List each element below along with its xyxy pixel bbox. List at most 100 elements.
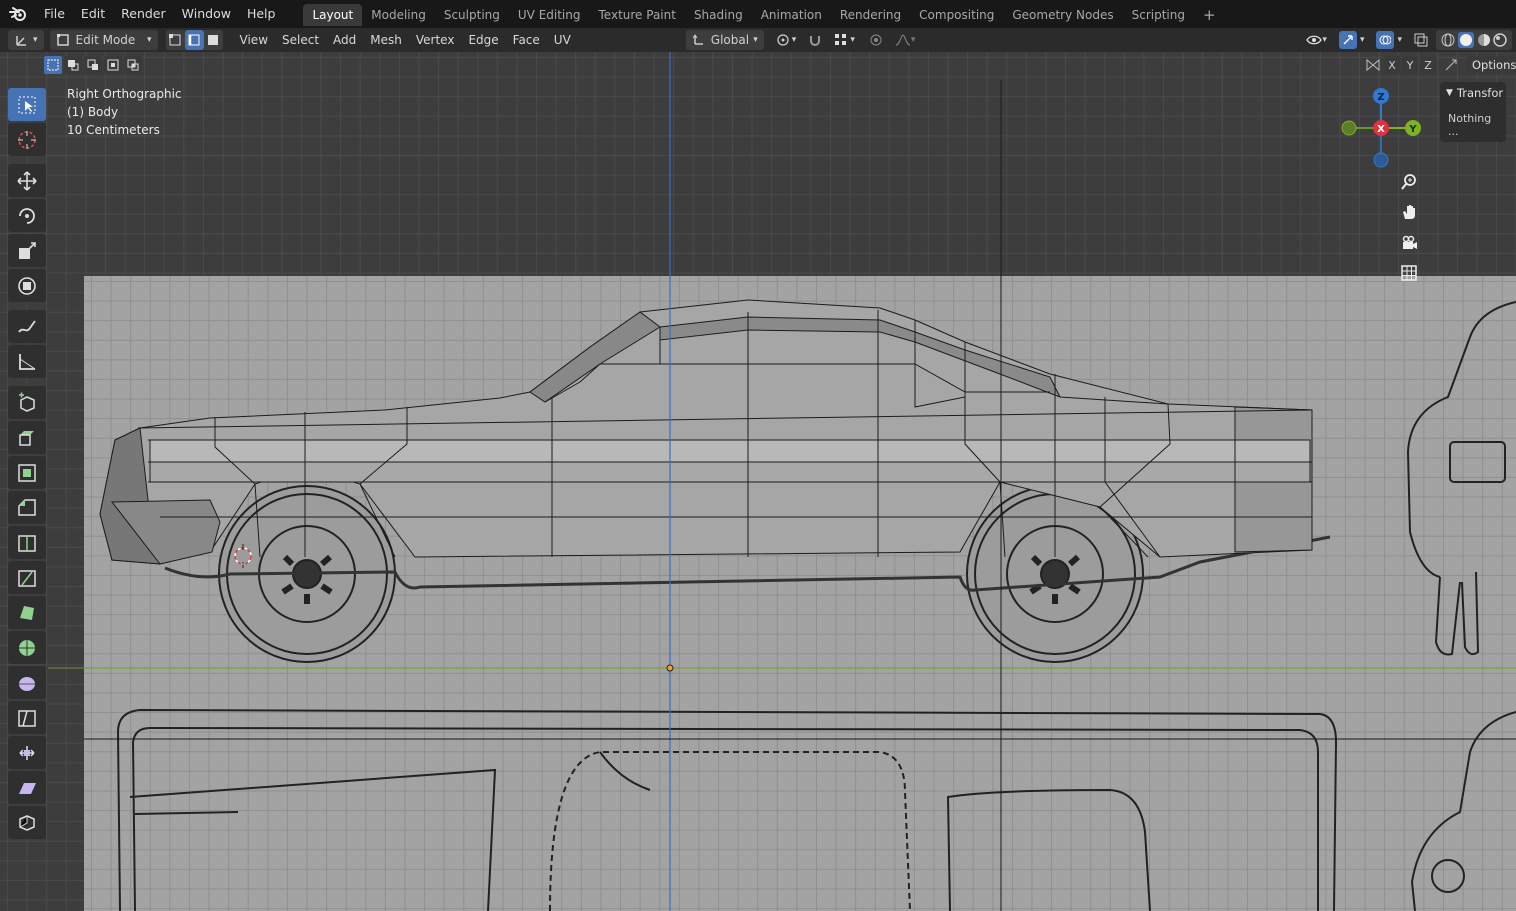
add-workspace-button[interactable]: +: [1194, 4, 1225, 26]
tab-modeling[interactable]: Modeling: [362, 4, 435, 26]
rendered-shading-icon[interactable]: [1492, 32, 1508, 48]
tool-loop-cut[interactable]: [8, 526, 46, 559]
tab-uv-editing[interactable]: UV Editing: [509, 4, 590, 26]
smooth-icon: [19, 676, 35, 691]
wireframe-shading-icon[interactable]: [1440, 32, 1456, 48]
tool-move[interactable]: [8, 164, 46, 197]
snap-target-dropdown[interactable]: ▾: [830, 30, 859, 50]
menu-select[interactable]: Select: [275, 33, 326, 47]
menu-help[interactable]: Help: [239, 0, 284, 28]
select-extend-icon[interactable]: [64, 56, 82, 74]
tool-annotate[interactable]: [8, 310, 46, 343]
menu-add[interactable]: Add: [326, 33, 363, 47]
falloff-dropdown[interactable]: ▾: [891, 30, 920, 50]
rotate-icon: [19, 207, 35, 224]
snap-toggle[interactable]: [804, 30, 826, 50]
xray-toggle[interactable]: [1410, 30, 1432, 50]
proportional-edit-toggle[interactable]: [865, 30, 887, 50]
extrude-icon: [19, 430, 34, 446]
tool-cursor[interactable]: [8, 123, 46, 156]
select-invert-icon[interactable]: [104, 56, 122, 74]
tab-animation[interactable]: Animation: [752, 4, 831, 26]
proportional-icon: [870, 34, 882, 46]
overlays-toggle[interactable]: ▾: [1372, 30, 1406, 50]
gizmo-y-label: Y: [1408, 124, 1417, 135]
solid-shading-icon[interactable]: [1458, 32, 1474, 48]
mode-dropdown[interactable]: Edit Mode ▾: [49, 30, 158, 50]
3d-viewport[interactable]: Right Orthographic (1) Body 10 Centimete…: [0, 52, 1516, 911]
tool-bevel[interactable]: [8, 491, 46, 524]
material-shading-icon[interactable]: [1476, 32, 1492, 48]
auto-merge-icon[interactable]: [1442, 56, 1460, 74]
menu-edge[interactable]: Edge: [461, 33, 505, 47]
tool-select-box[interactable]: [8, 88, 46, 121]
tool-edge-slide[interactable]: [8, 701, 46, 734]
tool-shrink-fatten[interactable]: [8, 736, 46, 769]
menu-mesh[interactable]: Mesh: [363, 33, 409, 47]
tab-shading[interactable]: Shading: [685, 4, 752, 26]
menu-uv[interactable]: UV: [547, 33, 578, 47]
camera-view-button[interactable]: [1396, 230, 1422, 256]
select-subtract-icon[interactable]: [84, 56, 102, 74]
tool-smooth[interactable]: [8, 666, 46, 699]
tab-layout[interactable]: Layout: [303, 4, 363, 26]
tool-inset[interactable]: [8, 456, 46, 489]
menu-render[interactable]: Render: [113, 0, 174, 28]
visibility-dropdown[interactable]: ▾: [1302, 30, 1331, 50]
tool-rip-region[interactable]: [8, 806, 46, 839]
tab-scripting[interactable]: Scripting: [1123, 4, 1194, 26]
grid-icon: [1401, 265, 1417, 281]
tab-texture-paint[interactable]: Texture Paint: [590, 4, 685, 26]
pivot-dropdown[interactable]: ▾: [772, 30, 801, 50]
hand-icon: [1403, 205, 1415, 219]
transform-section-header[interactable]: ▼ Transfor: [1440, 82, 1506, 104]
zoom-icon: [1401, 174, 1416, 190]
edge-select-icon[interactable]: [184, 30, 204, 50]
mirror-x-toggle[interactable]: X: [1384, 56, 1400, 74]
origin-point: [666, 664, 674, 672]
tool-knife[interactable]: [8, 561, 46, 594]
options-dropdown[interactable]: Options: [1466, 56, 1516, 74]
annotate-icon: [18, 319, 36, 333]
overlays-icon: [1376, 31, 1395, 49]
mirror-y-toggle[interactable]: Y: [1402, 56, 1418, 74]
tool-shear[interactable]: [8, 771, 46, 804]
tool-transform[interactable]: [8, 269, 46, 302]
tab-sculpting[interactable]: Sculpting: [435, 4, 509, 26]
mirror-z-toggle[interactable]: Z: [1420, 56, 1436, 74]
tool-add-cube[interactable]: [8, 386, 46, 419]
tool-extrude[interactable]: [8, 421, 46, 454]
pan-button[interactable]: [1396, 199, 1422, 225]
menu-edit[interactable]: Edit: [73, 0, 113, 28]
tool-rotate[interactable]: [8, 199, 46, 232]
blender-logo-icon[interactable]: [0, 0, 36, 28]
viewport-header: ▾ Edit Mode ▾ View Select Add Mesh Verte…: [0, 28, 1516, 52]
menu-vertex[interactable]: Vertex: [409, 33, 462, 47]
menu-file[interactable]: File: [36, 0, 73, 28]
tool-poly-build[interactable]: [8, 596, 46, 629]
navigation-gizmo[interactable]: Z Y X: [1340, 88, 1424, 168]
face-select-icon[interactable]: [204, 30, 223, 50]
vertex-select-icon[interactable]: [166, 30, 185, 50]
orientation-dropdown[interactable]: Global ▾: [685, 30, 764, 50]
menu-face[interactable]: Face: [506, 33, 547, 47]
ortho-toggle-button[interactable]: [1396, 260, 1422, 286]
gizmo-toggle[interactable]: ▾: [1335, 30, 1369, 50]
tab-compositing[interactable]: Compositing: [910, 4, 1003, 26]
tool-scale[interactable]: [8, 234, 46, 267]
tab-rendering[interactable]: Rendering: [831, 4, 910, 26]
select-new-icon[interactable]: [44, 56, 62, 74]
zoom-button[interactable]: [1396, 169, 1422, 195]
menu-view[interactable]: View: [233, 33, 275, 47]
tool-measure[interactable]: [8, 345, 46, 378]
butterfly-icon[interactable]: [1364, 56, 1382, 74]
tab-geometry-nodes[interactable]: Geometry Nodes: [1003, 4, 1122, 26]
tool-spin[interactable]: [8, 631, 46, 664]
blueprint-and-mesh-drawing: [48, 52, 1516, 911]
transform-icon: [18, 276, 36, 295]
editor-type-dropdown[interactable]: ▾: [8, 30, 44, 50]
select-intersect-icon[interactable]: [124, 56, 142, 74]
edit-mode-icon: [56, 34, 69, 46]
scale-icon: [19, 241, 36, 259]
menu-window[interactable]: Window: [174, 0, 239, 28]
